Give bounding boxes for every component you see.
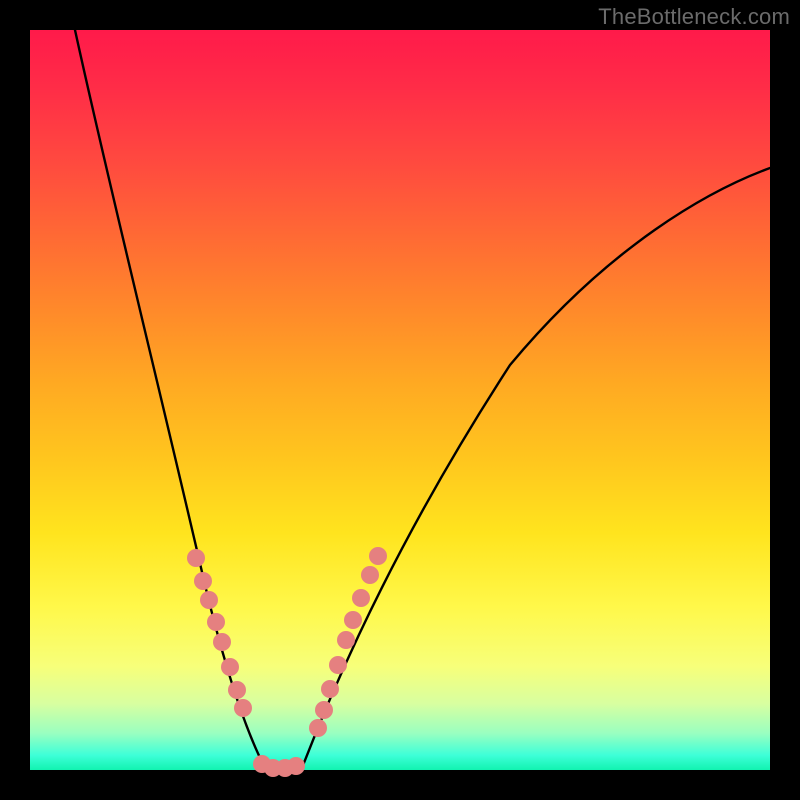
data-dot <box>213 633 231 651</box>
chart-frame: TheBottleneck.com <box>0 0 800 800</box>
data-dot <box>369 547 387 565</box>
data-dot <box>329 656 347 674</box>
data-dot <box>221 658 239 676</box>
plot-area <box>30 30 770 770</box>
data-dot <box>234 699 252 717</box>
data-dot <box>361 566 379 584</box>
data-dot <box>187 549 205 567</box>
data-dot <box>315 701 333 719</box>
watermark-text: TheBottleneck.com <box>598 4 790 30</box>
data-dot <box>352 589 370 607</box>
bottleneck-curve <box>30 30 770 770</box>
data-dot <box>344 611 362 629</box>
data-dot <box>337 631 355 649</box>
data-dot <box>207 613 225 631</box>
data-dot <box>200 591 218 609</box>
data-dot <box>321 680 339 698</box>
data-dot <box>309 719 327 737</box>
data-dot <box>194 572 212 590</box>
curve-left-branch <box>75 30 265 768</box>
data-dot <box>287 757 305 775</box>
curve-right-branch <box>302 168 770 768</box>
data-dot <box>228 681 246 699</box>
